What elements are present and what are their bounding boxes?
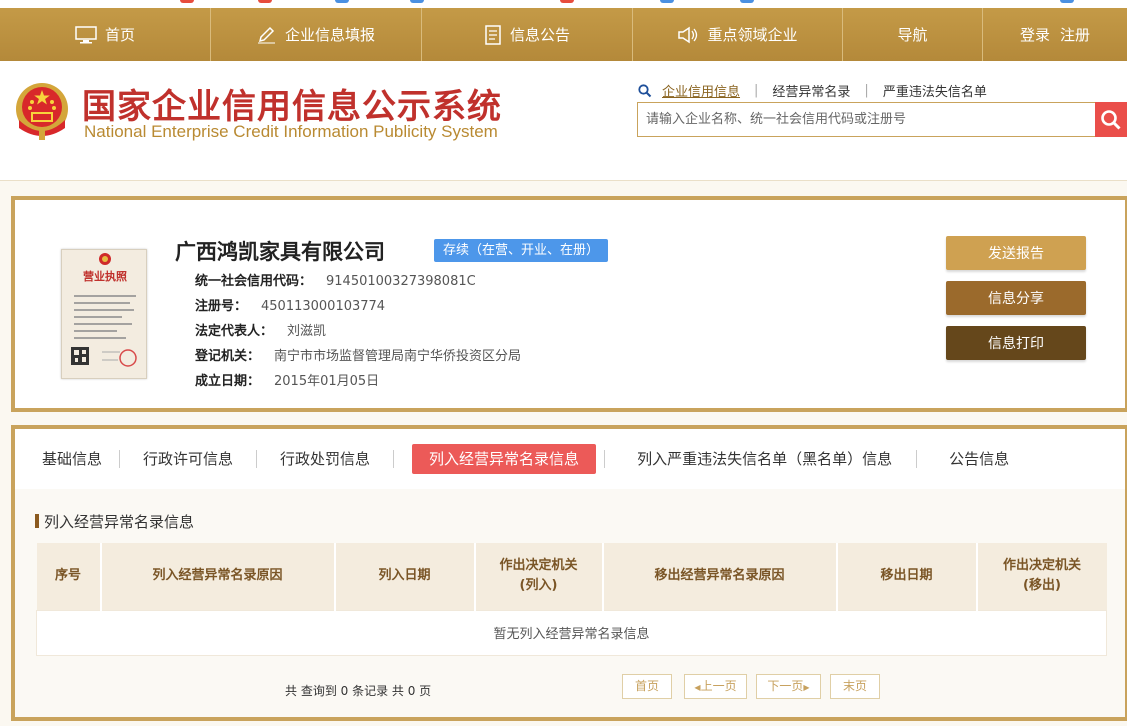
search-tab-blacklist[interactable]: 严重违法失信名单: [883, 81, 987, 100]
column-header: 作出决定机关 (移出): [976, 543, 1107, 610]
table-row: 暂无列入经营异常名录信息: [36, 609, 1107, 656]
pager-first-button[interactable]: 首页: [622, 674, 672, 699]
national-emblem-icon: [16, 83, 68, 140]
top-strip: [0, 0, 1127, 8]
system-subtitle: National Enterprise Credit Information P…: [84, 122, 498, 141]
pager-prev-label: 上一页: [700, 679, 737, 693]
search-box: [637, 102, 1097, 137]
search-tab-separator: |: [864, 83, 869, 98]
pager-summary: 共 查询到 0 条记录 共 0 页: [285, 684, 432, 698]
info-label: 登记机关：: [195, 349, 261, 364]
nav-report-label: 企业信息填报: [284, 26, 375, 44]
nav-navigation[interactable]: 导航: [843, 8, 983, 61]
search-icon: [1101, 109, 1121, 130]
search-tabs: 企业信用信息 | 经营异常名录 | 严重违法失信名单: [638, 81, 987, 100]
nav-home[interactable]: 首页: [0, 8, 211, 61]
search-tab-abnormal[interactable]: 经营异常名录: [772, 81, 850, 100]
search-button[interactable]: [1095, 102, 1127, 137]
document-icon: [485, 24, 501, 45]
top-nav: 首页 企业信息填报 信息公告 重点领域企业 导航 登录 注册: [0, 8, 1127, 61]
tab-separator: [393, 450, 395, 468]
column-header: 列入日期: [334, 543, 476, 610]
info-label: 统一社会信用代码：: [195, 274, 313, 289]
company-name: 广西鸿凯家具有限公司: [175, 240, 385, 264]
search-tab-credit[interactable]: 企业信用信息: [662, 81, 740, 100]
info-label: 成立日期：: [195, 374, 261, 389]
pager-prev-button[interactable]: ◀上一页: [684, 674, 747, 699]
info-reg-number: 注册号： 450113000103774: [195, 295, 385, 314]
column-header: 移出经营异常名录原因: [602, 543, 838, 610]
info-value: 刘滋凯: [287, 324, 327, 339]
business-license-image: 营业执照: [61, 249, 147, 379]
column-header: 列入经营异常名录原因: [100, 543, 336, 610]
register-link[interactable]: 注册: [1060, 24, 1090, 45]
send-report-button[interactable]: 发送报告: [946, 236, 1086, 270]
login-link[interactable]: 登录: [1020, 24, 1050, 45]
empty-message: 暂无列入经营异常名录信息: [36, 609, 1107, 656]
nav-report[interactable]: 企业信息填报: [211, 8, 422, 61]
info-label: 法定代表人：: [195, 324, 274, 339]
tab-admin-penalty[interactable]: 行政处罚信息: [257, 444, 393, 474]
info-value: 91450100327398081C: [326, 274, 476, 289]
site-header: 国家企业信用信息公示系统 National Enterprise Credit …: [0, 61, 1127, 181]
info-label: 注册号：: [195, 299, 248, 314]
status-badge: 存续（在营、开业、在册）: [434, 239, 609, 262]
monitor-icon: [75, 25, 97, 43]
tab-basic-info[interactable]: 基础信息: [19, 444, 119, 474]
info-value: 2015年01月05日: [274, 374, 380, 389]
tab-admin-license[interactable]: 行政许可信息: [120, 444, 256, 474]
column-header: 作出决定机关 (列入): [474, 543, 604, 610]
nav-key-enterprises[interactable]: 重点领域企业: [633, 8, 843, 61]
section-title: 列入经营异常名录信息: [35, 511, 194, 532]
search-tab-separator: |: [754, 83, 759, 98]
info-tabs: 基础信息 行政许可信息 行政处罚信息 列入经营异常名录信息 列入严重违法失信名单…: [15, 429, 1125, 489]
table-header-row: 序号 列入经营异常名录原因 列入日期 作出决定机关 (列入) 移出经营异常名录原…: [36, 543, 1107, 610]
nav-announcement[interactable]: 信息公告: [422, 8, 633, 61]
column-header: 移出日期: [836, 543, 978, 610]
system-title: 国家企业信用信息公示系统: [82, 87, 502, 127]
pager-next-button[interactable]: 下一页▶: [756, 674, 821, 699]
info-founded-date: 成立日期： 2015年01月05日: [195, 370, 379, 389]
nav-announcement-label: 信息公告: [509, 26, 570, 44]
speaker-icon: [678, 26, 698, 43]
chevron-right-icon: ▶: [803, 683, 810, 692]
search-input[interactable]: [638, 103, 1096, 136]
nav-account: 登录 注册: [983, 8, 1127, 61]
tab-abnormal-list[interactable]: 列入经营异常名录信息: [412, 444, 597, 474]
tab-announcements[interactable]: 公告信息: [917, 444, 1026, 474]
tab-blacklist[interactable]: 列入严重违法失信名单（黑名单）信息: [605, 444, 916, 474]
nav-key-enterprises-label: 重点领域企业: [707, 26, 798, 44]
column-header: 序号: [36, 543, 102, 610]
details-card: 基础信息 行政许可信息 行政处罚信息 列入经营异常名录信息 列入严重违法失信名单…: [11, 425, 1127, 721]
license-title: 营业执照: [83, 269, 127, 283]
print-button[interactable]: 信息打印: [946, 326, 1086, 360]
info-legal-rep: 法定代表人： 刘滋凯: [195, 320, 326, 339]
abnormal-list-panel: 列入经营异常名录信息 序号 列入经营异常名录原因 列入日期 作出决定机关 (列入…: [15, 489, 1125, 717]
pen-icon: [257, 26, 275, 43]
search-icon: [638, 83, 652, 97]
company-card: 营业执照 广西鸿凯家具有限公司 存续（在营、开业、在册） 统一社会信用代码： 91…: [11, 196, 1127, 412]
nav-home-label: 首页: [104, 26, 135, 44]
abnormal-list-table: 序号 列入经营异常名录原因 列入日期 作出决定机关 (列入) 移出经营异常名录原…: [36, 543, 1107, 656]
pager-last-button[interactable]: 末页: [830, 674, 880, 699]
share-button[interactable]: 信息分享: [946, 281, 1086, 315]
info-credit-code: 统一社会信用代码： 91450100327398081C: [195, 270, 476, 289]
pager-next-label: 下一页: [767, 679, 804, 693]
info-value: 南宁市市场监督管理局南宁华侨投资区分局: [274, 349, 522, 364]
info-reg-authority: 登记机关： 南宁市市场监督管理局南宁华侨投资区分局: [195, 345, 521, 364]
info-value: 450113000103774: [261, 299, 386, 314]
nav-navigation-label: 导航: [897, 26, 928, 44]
